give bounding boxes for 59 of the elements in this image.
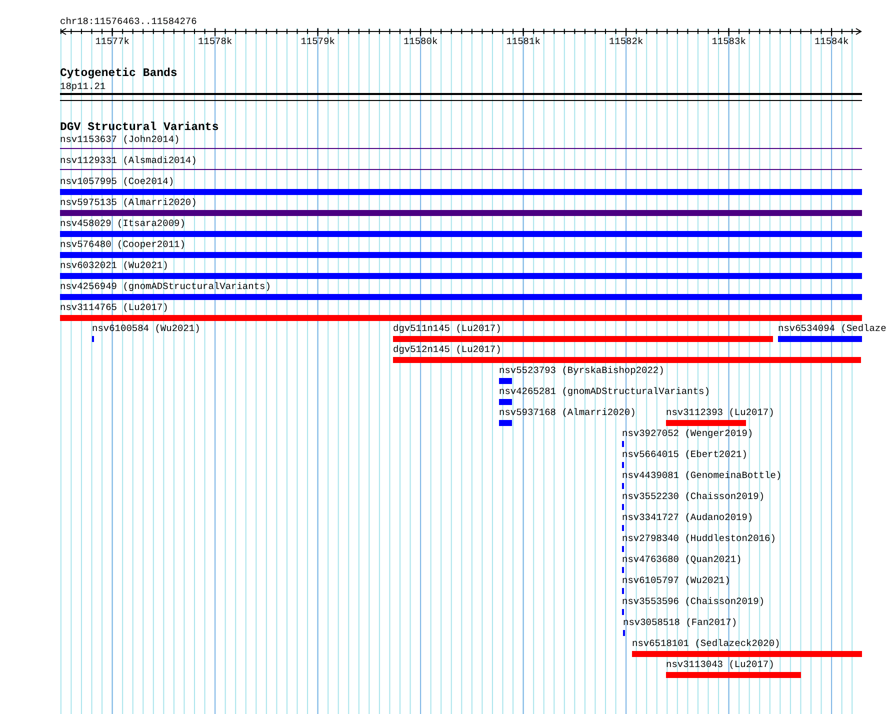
chromosome-location: chr18:11576463..11584276 <box>60 16 197 27</box>
ruler-tick-label: 11583k <box>712 36 746 47</box>
variant-label[interactable]: nsv458029 (Itsara2009) <box>60 218 186 229</box>
ruler-tick-label: 11581k <box>506 36 540 47</box>
variant-bar[interactable] <box>666 420 746 426</box>
variant-bar[interactable] <box>632 651 862 657</box>
variant-label[interactable]: nsv3341727 (Audano2019) <box>622 512 754 523</box>
track-title: DGV Structural Variants <box>60 121 219 134</box>
variant-label[interactable]: nsv2798340 (Huddleston2016) <box>622 533 776 544</box>
ruler-tick-label: 11577k <box>95 36 130 47</box>
variant-label[interactable]: nsv3112393 (Lu2017) <box>666 407 774 418</box>
variant-bar[interactable] <box>60 294 862 300</box>
variant-bar[interactable] <box>60 231 862 237</box>
ruler-tick-label: 11584k <box>814 36 849 47</box>
ruler-tick-label: 11579k <box>300 36 335 47</box>
variant-label[interactable]: nsv6105797 (Wu2021) <box>622 575 730 586</box>
variant-label[interactable]: nsv1153637 (John2014) <box>60 134 180 145</box>
variant-label[interactable]: nsv6100584 (Wu2021) <box>92 323 200 334</box>
ruler-tick-label: 11578k <box>198 36 232 47</box>
variant-bar[interactable] <box>60 315 862 321</box>
variant-label[interactable]: nsv1057995 (Coe2014) <box>60 176 174 187</box>
variant-bar[interactable] <box>393 357 861 363</box>
variant-label[interactable]: nsv3114765 (Lu2017) <box>60 302 168 313</box>
variant-bar[interactable] <box>499 420 512 426</box>
band-label: 18p11.21 <box>60 81 106 92</box>
variant-label[interactable]: dgv511n145 (Lu2017) <box>393 323 502 334</box>
ruler-tick-label: 11582k <box>608 36 644 47</box>
variant-label[interactable]: nsv3553596 (Chaisson2019) <box>622 596 765 607</box>
variant-label[interactable]: nsv576480 (Cooper2011) <box>60 239 186 250</box>
variant-label[interactable]: nsv4265281 (gnomADStructuralVariants) <box>499 386 710 397</box>
variant-bar[interactable] <box>499 378 512 384</box>
variant-label[interactable]: nsv6518101 (Sedlazeck2020) <box>632 638 780 649</box>
variant-bar[interactable] <box>499 399 512 405</box>
variant-label[interactable]: nsv1129331 (Alsmadi2014) <box>60 155 197 166</box>
variant-label[interactable]: nsv3058518 (Fan2017) <box>623 617 738 628</box>
variant-label[interactable]: nsv5664015 (Ebert2021) <box>622 449 748 460</box>
variant-label[interactable]: nsv6534094 (Sedlaze <box>778 323 886 334</box>
variant-bar[interactable] <box>778 336 862 342</box>
variant-bar[interactable] <box>60 273 862 279</box>
variant-bar[interactable] <box>393 336 773 342</box>
variant-label[interactable]: nsv3552230 (Chaisson2019) <box>622 491 765 502</box>
variant-label[interactable]: nsv4763680 (Quan2021) <box>622 554 742 565</box>
variant-label[interactable]: dgv512n145 (Lu2017) <box>393 344 502 355</box>
ruler-tick-label: 11580k <box>403 36 438 47</box>
variant-bar[interactable] <box>60 189 862 195</box>
variant-label[interactable]: nsv5937168 (Almarri2020) <box>499 407 636 418</box>
variant-label[interactable]: nsv5523793 (ByrskaBishop2022) <box>499 365 664 376</box>
track-title: Cytogenetic Bands <box>60 67 178 80</box>
variant-bar[interactable] <box>666 672 801 678</box>
variant-label[interactable]: nsv3113043 (Lu2017) <box>666 659 774 670</box>
variant-bar[interactable] <box>60 210 862 216</box>
variant-line[interactable] <box>60 169 862 170</box>
variant-label[interactable]: nsv3927052 (Wenger2019) <box>622 428 754 439</box>
variant-bar[interactable] <box>60 252 862 258</box>
variant-label[interactable]: nsv5975135 (Almarri2020) <box>60 197 197 208</box>
variant-label[interactable]: nsv4439081 (GenomeinaBottle) <box>622 470 782 481</box>
variant-label[interactable]: nsv4256949 (gnomADStructuralVariants) <box>60 281 271 292</box>
variant-line[interactable] <box>60 148 862 149</box>
variant-label[interactable]: nsv6032021 (Wu2021) <box>60 260 168 271</box>
